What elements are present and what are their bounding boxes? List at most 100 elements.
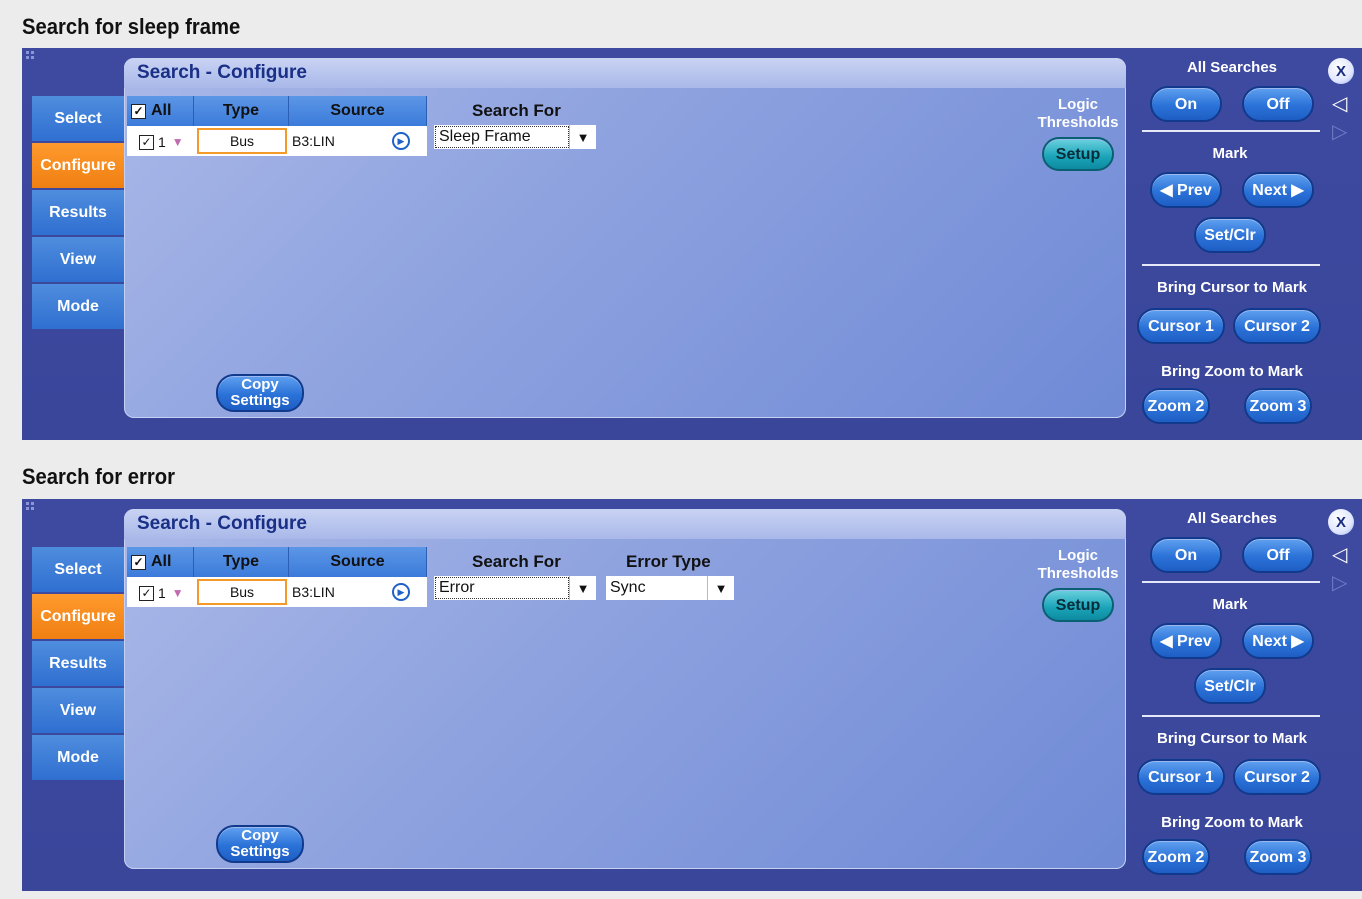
- search-panel: Select Configure Results View Mode Searc…: [22, 48, 1362, 440]
- divider: [1142, 581, 1320, 583]
- bring-cursor-label: Bring Cursor to Mark: [1156, 730, 1307, 747]
- checked-checkbox-icon[interactable]: ✓: [131, 554, 146, 570]
- cursor-1-button[interactable]: Cursor 1: [1137, 308, 1225, 344]
- row-index: 1: [158, 134, 166, 150]
- tab-configure[interactable]: Configure: [32, 143, 124, 188]
- copy-settings-button[interactable]: Copy Settings: [216, 825, 304, 863]
- search-for-dropdown[interactable]: Error ▼: [434, 576, 596, 600]
- search-for-value: Error: [435, 577, 569, 599]
- header-all[interactable]: ✓ All: [127, 547, 194, 577]
- copy-settings-label: Copy Settings: [230, 827, 290, 860]
- search-for-value: Sleep Frame: [435, 126, 569, 148]
- zoom-2-button[interactable]: Zoom 2: [1142, 388, 1210, 424]
- section-caption: Search for error: [22, 464, 175, 489]
- searches-off-button[interactable]: Off: [1242, 537, 1314, 573]
- checked-checkbox-icon[interactable]: ✓: [131, 103, 146, 119]
- side-tabs: Select Configure Results View Mode: [32, 96, 124, 331]
- tab-select[interactable]: Select: [32, 547, 124, 592]
- header-all-label: All: [151, 553, 172, 570]
- dropdown-arrow-icon[interactable]: ▼: [569, 576, 596, 600]
- page-title: Search - Configure: [137, 62, 307, 83]
- search-panel: Select Configure Results View Mode Searc…: [22, 499, 1362, 891]
- header-all-label: All: [151, 102, 172, 119]
- error-type-label: Error Type: [626, 552, 711, 571]
- play-circle-icon[interactable]: ▶: [392, 583, 410, 601]
- table-row: ✓ 1 ▼ Bus B3:LIN ▶: [127, 126, 427, 156]
- type-value: Bus: [229, 133, 255, 149]
- divider: [1142, 130, 1320, 132]
- row-enable[interactable]: ✓ 1 ▼: [139, 585, 184, 601]
- grip-handle-icon[interactable]: [26, 51, 38, 63]
- tab-view[interactable]: View: [32, 688, 124, 733]
- all-searches-label: All Searches: [1186, 510, 1278, 527]
- mark-next-button[interactable]: Next ▶: [1242, 172, 1314, 208]
- thresholds-setup-button[interactable]: Setup: [1042, 588, 1114, 622]
- mark-label: Mark: [1212, 145, 1248, 162]
- bring-cursor-label: Bring Cursor to Mark: [1156, 279, 1307, 296]
- mark-label: Mark: [1212, 596, 1248, 613]
- thresholds-setup-button[interactable]: Setup: [1042, 137, 1114, 171]
- triangle-left-icon[interactable]: ◁: [1332, 545, 1347, 565]
- zoom-3-button[interactable]: Zoom 3: [1244, 839, 1312, 875]
- checked-checkbox-icon[interactable]: ✓: [139, 134, 154, 150]
- zoom-3-button[interactable]: Zoom 3: [1244, 388, 1312, 424]
- divider: [1142, 264, 1320, 266]
- header-source: Source: [289, 547, 427, 577]
- search-for-label: Search For: [472, 101, 561, 120]
- type-cell[interactable]: Bus: [197, 128, 287, 154]
- cursor-2-button[interactable]: Cursor 2: [1233, 759, 1321, 795]
- tab-view[interactable]: View: [32, 237, 124, 282]
- searches-on-button[interactable]: On: [1150, 537, 1222, 573]
- cursor-1-button[interactable]: Cursor 1: [1137, 759, 1225, 795]
- copy-settings-label: Copy Settings: [230, 376, 290, 409]
- tab-mode[interactable]: Mode: [32, 735, 124, 780]
- cursor-2-button[interactable]: Cursor 2: [1233, 308, 1321, 344]
- tab-results[interactable]: Results: [32, 641, 124, 686]
- source-value[interactable]: B3:LIN: [292, 133, 335, 149]
- triangle-left-icon[interactable]: ◁: [1332, 94, 1347, 114]
- type-cell[interactable]: Bus: [197, 579, 287, 605]
- searches-on-button[interactable]: On: [1150, 86, 1222, 122]
- mark-prev-button[interactable]: ◀ Prev: [1150, 623, 1222, 659]
- triangle-down-icon: ▼: [171, 135, 184, 149]
- divider: [1142, 715, 1320, 717]
- dropdown-arrow-icon[interactable]: ▼: [707, 576, 734, 600]
- mark-set-clear-button[interactable]: Set/Clr: [1194, 217, 1266, 253]
- table-row: ✓ 1 ▼ Bus B3:LIN ▶: [127, 577, 427, 607]
- configure-area: Search - Configure ✓ All Type Source ✓ 1…: [124, 58, 1126, 418]
- mark-prev-button[interactable]: ◀ Prev: [1150, 172, 1222, 208]
- error-type-dropdown[interactable]: Sync ▼: [606, 576, 734, 600]
- triangle-right-icon[interactable]: ▷: [1332, 122, 1347, 142]
- header-type: Type: [194, 96, 289, 126]
- zoom-2-button[interactable]: Zoom 2: [1142, 839, 1210, 875]
- close-icon[interactable]: X: [1328, 509, 1354, 535]
- section-caption: Search for sleep frame: [22, 14, 241, 39]
- search-for-dropdown[interactable]: Sleep Frame ▼: [434, 125, 596, 149]
- triangle-down-icon: ▼: [171, 586, 184, 600]
- all-searches-label: All Searches: [1186, 59, 1278, 76]
- tab-configure[interactable]: Configure: [32, 594, 124, 639]
- tab-select[interactable]: Select: [32, 96, 124, 141]
- error-type-value: Sync: [610, 579, 646, 596]
- bring-zoom-label: Bring Zoom to Mark: [1161, 814, 1303, 831]
- mark-next-button[interactable]: Next ▶: [1242, 623, 1314, 659]
- tab-mode[interactable]: Mode: [32, 284, 124, 329]
- source-value[interactable]: B3:LIN: [292, 584, 335, 600]
- triangle-right-icon[interactable]: ▷: [1332, 573, 1347, 593]
- copy-settings-button[interactable]: Copy Settings: [216, 374, 304, 412]
- close-icon[interactable]: X: [1328, 58, 1354, 84]
- row-enable[interactable]: ✓ 1 ▼: [139, 134, 184, 150]
- header-all[interactable]: ✓ All: [127, 96, 194, 126]
- type-value: Bus: [229, 584, 255, 600]
- tab-results[interactable]: Results: [32, 190, 124, 235]
- play-circle-icon[interactable]: ▶: [392, 132, 410, 150]
- searches-off-button[interactable]: Off: [1242, 86, 1314, 122]
- dropdown-arrow-icon[interactable]: ▼: [569, 125, 596, 149]
- grip-handle-icon[interactable]: [26, 502, 38, 514]
- checked-checkbox-icon[interactable]: ✓: [139, 585, 154, 601]
- configure-area: Search - Configure ✓ All Type Source ✓ 1…: [124, 509, 1126, 869]
- search-for-label: Search For: [472, 552, 561, 571]
- bring-zoom-label: Bring Zoom to Mark: [1161, 363, 1303, 380]
- page-title: Search - Configure: [137, 513, 307, 534]
- mark-set-clear-button[interactable]: Set/Clr: [1194, 668, 1266, 704]
